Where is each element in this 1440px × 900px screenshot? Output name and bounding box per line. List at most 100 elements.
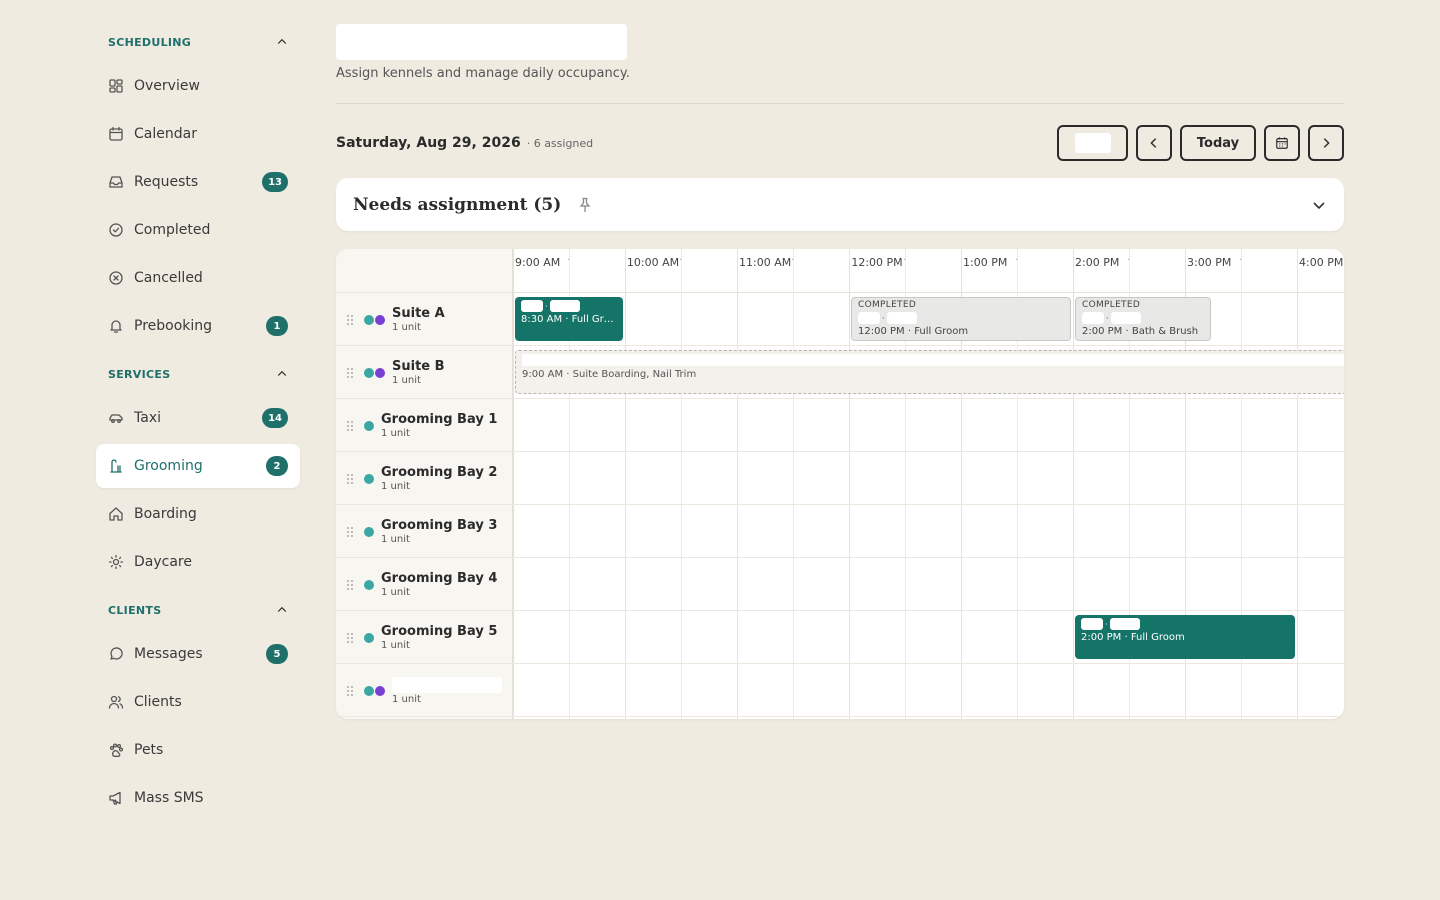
unit-dot xyxy=(364,367,374,378)
section-services[interactable]: SERVICES xyxy=(96,356,300,392)
booking-event[interactable]: COMPLETED · 12:00 PM · Full Groom xyxy=(851,297,1071,341)
sidebar-item-overview[interactable]: Overview xyxy=(96,64,300,108)
count-badge: 13 xyxy=(262,172,288,192)
resource-row[interactable]: 1 unit xyxy=(336,664,1344,717)
time-label: 10:00 AM xyxy=(626,256,680,269)
sidebar-item-messages[interactable]: Messages 5 xyxy=(96,632,300,676)
row-label: Suite B1 unit xyxy=(336,346,513,399)
resource-name: Suite A xyxy=(392,306,445,321)
date-toolbar: Saturday, Aug 29, 2026 · 6 assigned Toda… xyxy=(336,125,1344,161)
prev-day-button[interactable] xyxy=(1136,125,1172,161)
sidebar-item-daycare[interactable]: Daycare xyxy=(96,540,300,584)
resource-capacity: 1 unit xyxy=(381,428,410,439)
section-clients[interactable]: CLIENTS xyxy=(96,592,300,628)
drag-handle-icon[interactable] xyxy=(346,314,354,326)
resource-name: Grooming Bay 5 xyxy=(381,624,498,639)
resource-row[interactable]: Grooming Bay 31 unit xyxy=(336,505,1344,558)
sidebar-item-label: Mass SMS xyxy=(134,790,204,806)
resource-row[interactable]: Grooming Bay 21 unit xyxy=(336,452,1344,505)
drag-handle-icon[interactable] xyxy=(346,420,354,432)
view-select-button[interactable] xyxy=(1057,125,1128,161)
timeline-header: 9:00 AM·10:00 AM·11:00 AM·12:00 PM·1:00 … xyxy=(336,249,1344,293)
resource-capacity: 1 unit xyxy=(381,587,410,598)
row-label: Suite A1 unit xyxy=(336,293,513,346)
event-status: COMPLETED xyxy=(858,300,917,310)
booking-event[interactable]: COMPLETED · 2:00 PM · Bath & Brush xyxy=(1075,297,1211,341)
date-picker-button[interactable] xyxy=(1264,125,1300,161)
event-pet-names: · xyxy=(858,311,1064,325)
sidebar-item-grooming[interactable]: Grooming 2 xyxy=(96,444,300,488)
sidebar-item-calendar[interactable]: Calendar xyxy=(96,112,300,156)
resource-capacity: 1 unit xyxy=(392,693,421,705)
event-pet-names: · xyxy=(1082,311,1204,325)
drag-handle-icon[interactable] xyxy=(346,632,354,644)
unit-dot xyxy=(375,367,385,378)
sidebar: SCHEDULING Overview Calendar Requests 13… xyxy=(96,24,300,820)
count-badge: 2 xyxy=(266,456,288,476)
row-label: Grooming Bay 21 unit xyxy=(336,452,513,505)
sidebar-item-mass-sms[interactable]: Mass SMS xyxy=(96,776,300,820)
header-divider xyxy=(336,103,1344,104)
chevron-right-icon xyxy=(1323,138,1330,148)
sidebar-item-label: Requests xyxy=(134,174,199,190)
chevron-down-icon[interactable] xyxy=(1311,197,1327,213)
event-time-service: 12:00 PM · Full Groom xyxy=(858,326,969,337)
drag-handle-icon[interactable] xyxy=(346,685,354,697)
current-date: Saturday, Aug 29, 2026 xyxy=(336,135,521,151)
drag-handle-icon[interactable] xyxy=(346,473,354,485)
resource-row[interactable]: Grooming Bay 41 unit xyxy=(336,558,1344,611)
count-badge: 1 xyxy=(266,316,288,336)
drag-handle-icon[interactable] xyxy=(346,579,354,591)
inbox-icon xyxy=(109,176,123,188)
event-time-service: 2:00 PM · Bath & Brush xyxy=(1082,326,1199,337)
sidebar-item-label: Cancelled xyxy=(134,270,203,286)
sidebar-item-prebooking[interactable]: Prebooking 1 xyxy=(96,304,300,348)
today-button[interactable]: Today xyxy=(1180,125,1256,161)
sidebar-item-label: Messages xyxy=(134,646,203,662)
sidebar-item-label: Overview xyxy=(134,78,200,94)
sidebar-item-completed[interactable]: Completed xyxy=(96,208,300,252)
resource-row[interactable]: Grooming Bay 11 unit xyxy=(336,399,1344,452)
unit-dot xyxy=(364,526,374,537)
unit-dot xyxy=(364,632,374,643)
time-label: 11:00 AM xyxy=(739,256,792,269)
paw-icon xyxy=(109,743,124,758)
chevron-up-icon[interactable] xyxy=(276,36,288,48)
booking-event[interactable]: 9:00 AM · Suite Boarding, Nail Trim xyxy=(515,350,1344,394)
resource-name: Suite B xyxy=(392,359,445,374)
page-title xyxy=(336,24,627,60)
calendar-icon xyxy=(1276,137,1288,149)
section-scheduling[interactable]: SCHEDULING xyxy=(96,24,300,60)
chevron-up-icon[interactable] xyxy=(276,368,288,380)
bell-icon xyxy=(110,320,122,333)
booking-event[interactable]: · 2:00 PM · Full Groom xyxy=(1075,615,1295,659)
sidebar-item-pets[interactable]: Pets xyxy=(96,728,300,772)
sidebar-item-label: Boarding xyxy=(134,506,197,522)
sidebar-item-taxi[interactable]: Taxi 14 xyxy=(96,396,300,440)
row-label: Grooming Bay 41 unit xyxy=(336,558,513,611)
sidebar-item-cancelled[interactable]: Cancelled xyxy=(96,256,300,300)
sun-icon xyxy=(108,554,124,570)
resource-capacity: 1 unit xyxy=(381,640,410,651)
sidebar-item-boarding[interactable]: Boarding xyxy=(96,492,300,536)
assigned-count: · 6 assigned xyxy=(526,136,594,150)
event-time-service: 8:30 AM · Full Groom xyxy=(521,314,617,325)
sidebar-item-clients[interactable]: Clients xyxy=(96,680,300,724)
pin-icon[interactable] xyxy=(577,197,593,213)
sidebar-item-requests[interactable]: Requests 13 xyxy=(96,160,300,204)
drag-handle-icon[interactable] xyxy=(346,526,354,538)
count-badge: 14 xyxy=(262,408,288,428)
booking-event[interactable]: · 8:30 AM · Full Groom xyxy=(515,297,623,341)
section-title: SERVICES xyxy=(108,367,171,381)
next-day-button[interactable] xyxy=(1308,125,1344,161)
bath-icon xyxy=(110,459,122,473)
check-circle-icon xyxy=(109,223,123,237)
time-label: 12:00 PM xyxy=(851,256,903,269)
unit-dot xyxy=(364,685,374,696)
needs-assignment-panel[interactable]: Needs assignment (5) xyxy=(336,178,1344,231)
drag-handle-icon[interactable] xyxy=(346,367,354,379)
chevron-up-icon[interactable] xyxy=(276,604,288,616)
unit-dot xyxy=(375,314,385,325)
resource-name: Grooming Bay 2 xyxy=(381,465,498,480)
event-status: COMPLETED xyxy=(1082,300,1141,310)
